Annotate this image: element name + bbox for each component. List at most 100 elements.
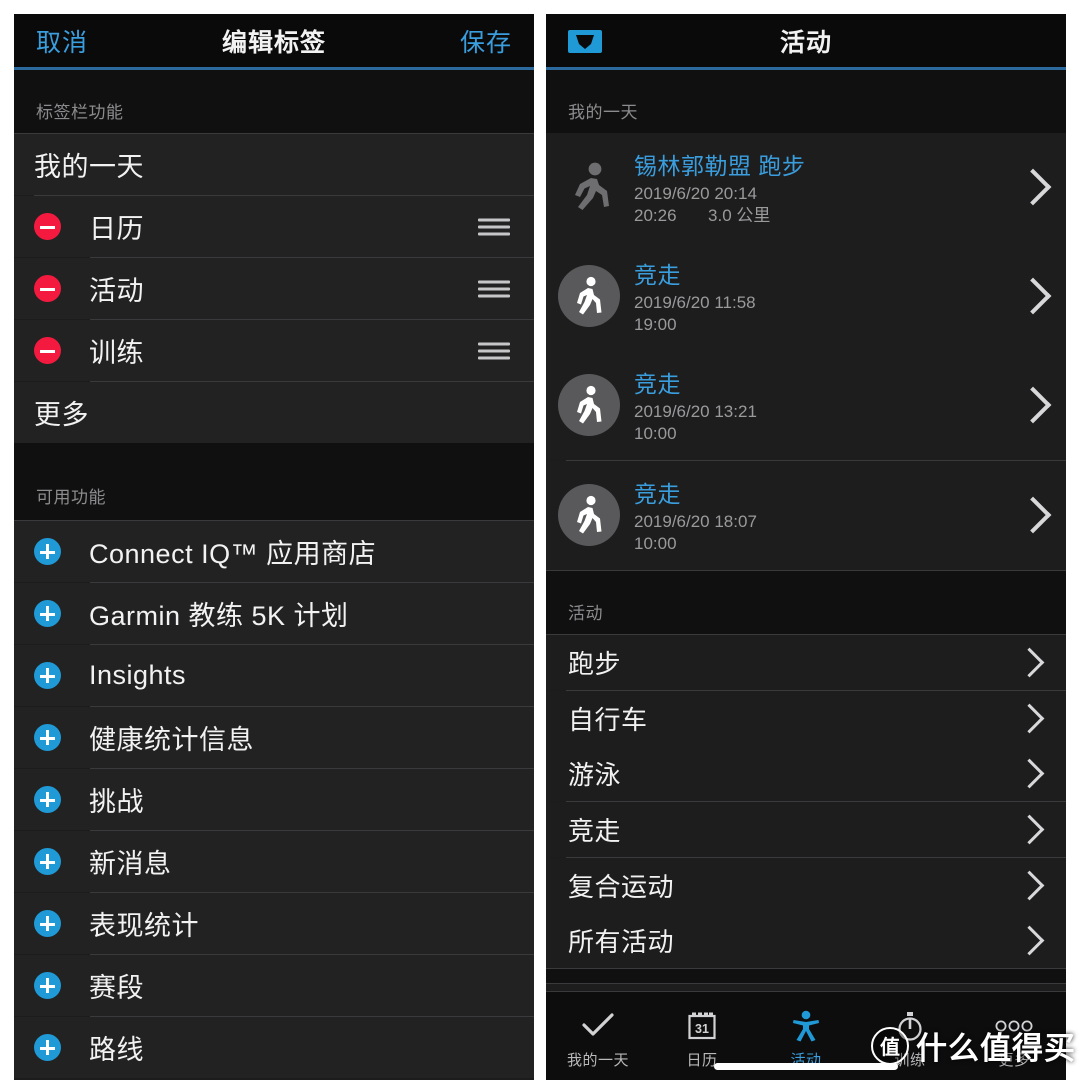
check-icon — [581, 1009, 615, 1043]
add-icon[interactable] — [34, 786, 61, 813]
available-item-label: Connect IQ™ 应用商店 — [89, 539, 377, 569]
activity-text: 竞走 2019/6/20 11:58 19:00 — [634, 256, 1010, 337]
chevron-right-icon — [1014, 277, 1052, 315]
ellipsis-icon — [994, 1009, 1034, 1043]
activity-title: 竞走 — [634, 370, 681, 397]
tab-item-training[interactable]: 训练 — [14, 320, 534, 381]
remove-icon[interactable] — [34, 213, 61, 240]
activity-duration-distance: 20:26 3.0 公里 — [634, 205, 1010, 227]
activity-entry[interactable]: 竞走 2019/6/20 13:21 10:00 — [546, 350, 1066, 460]
tab-label: 训练 — [894, 1051, 926, 1069]
available-item-label: 健康统计信息 — [89, 725, 254, 755]
activity-category-walking[interactable]: 竞走 — [546, 801, 1066, 857]
available-item-news-feed[interactable]: 新消息 — [14, 831, 534, 892]
save-button[interactable]: 保存 — [460, 23, 512, 59]
available-item-connect-iq[interactable]: Connect IQ™ 应用商店 — [14, 521, 534, 582]
activity-category-running[interactable]: 跑步 — [546, 634, 1066, 690]
available-item-garmin-coach[interactable]: Garmin 教练 5K 计划 — [14, 583, 534, 644]
activities-screen: 活动 我的一天 锡林郭勒盟 跑步 2019/6/20 20:14 20:26 3… — [546, 14, 1066, 1080]
chevron-right-icon — [1014, 758, 1045, 788]
remove-icon[interactable] — [34, 275, 61, 302]
activity-distance: 3.0 公里 — [708, 206, 771, 226]
activity-duration: 20:26 — [634, 206, 677, 226]
walking-icon — [558, 484, 620, 547]
activity-title: 竞走 — [634, 480, 681, 507]
available-item-label: 表现统计 — [89, 911, 199, 941]
available-item-courses[interactable]: 路线 — [14, 1017, 534, 1078]
add-icon[interactable] — [34, 662, 61, 689]
add-icon[interactable] — [34, 724, 61, 751]
tab-my-day[interactable]: 我的一天 — [546, 992, 650, 1080]
available-item-insights[interactable]: Insights — [14, 645, 534, 706]
available-item-label: 赛段 — [89, 973, 144, 1003]
add-icon[interactable] — [34, 910, 61, 937]
page-title: 编辑标签 — [221, 28, 326, 57]
cancel-button[interactable]: 取消 — [36, 23, 88, 59]
add-icon[interactable] — [34, 600, 61, 627]
stopwatch-icon — [896, 1009, 924, 1043]
activity-entry[interactable]: 竞走 2019/6/20 11:58 19:00 — [546, 241, 1066, 351]
activity-duration: 10:00 — [634, 424, 677, 444]
bottom-tab-bar: 我的一天 31 日历 活动 训练 更多 — [546, 991, 1066, 1080]
available-item-segments[interactable]: 赛段 — [14, 955, 534, 1016]
tab-item-calendar[interactable]: 日历 — [14, 196, 534, 257]
walking-icon — [558, 374, 620, 437]
tab-item-label: 活动 — [89, 276, 144, 306]
chevron-right-icon — [1014, 703, 1045, 733]
calendar-icon: 31 — [687, 1009, 717, 1043]
tab-label: 更多 — [998, 1051, 1030, 1069]
activity-category-multisport[interactable]: 复合运动 — [546, 857, 1066, 913]
tab-item-label: 更多 — [34, 400, 89, 430]
available-item-challenges[interactable]: 挑战 — [14, 769, 534, 830]
section-header-activities: 活动 — [546, 570, 1066, 634]
chevron-right-icon — [1014, 647, 1045, 677]
section-header-tabbar-features: 标签栏功能 — [14, 70, 534, 133]
activity-text: 竞走 2019/6/20 13:21 10:00 — [634, 365, 1010, 446]
activity-entry[interactable]: 竞走 2019/6/20 18:07 10:00 — [546, 460, 1066, 570]
drag-handle-icon[interactable] — [478, 218, 510, 235]
activity-datetime: 2019/6/20 18:07 — [634, 511, 757, 531]
category-label: 复合运动 — [568, 871, 675, 902]
activity-category-swimming[interactable]: 游泳 — [546, 745, 1066, 801]
inbox-icon[interactable] — [568, 27, 602, 55]
tab-more[interactable]: 更多 — [962, 992, 1066, 1080]
activity-duration: 19:00 — [634, 315, 677, 335]
tab-item-more[interactable]: 更多 — [14, 382, 534, 443]
available-item-label: 新消息 — [89, 849, 172, 879]
activity-text: 锡林郭勒盟 跑步 2019/6/20 20:14 20:26 3.0 公里 — [634, 147, 1010, 228]
activity-datetime: 2019/6/20 20:14 — [634, 184, 757, 203]
drag-handle-icon[interactable] — [478, 342, 510, 359]
category-label: 游泳 — [568, 759, 622, 790]
available-item-label: Garmin 教练 5K 计划 — [89, 601, 349, 631]
activity-entry[interactable]: 锡林郭勒盟 跑步 2019/6/20 20:14 20:26 3.0 公里 — [546, 133, 1066, 242]
add-icon[interactable] — [34, 848, 61, 875]
section-gap — [546, 968, 1066, 983]
activity-category-all[interactable]: 所有活动 — [546, 912, 1066, 968]
tab-item-label: 日历 — [89, 214, 144, 244]
drag-handle-icon[interactable] — [478, 280, 510, 297]
chevron-right-icon — [1014, 386, 1052, 424]
available-item-health-stats[interactable]: 健康统计信息 — [14, 707, 534, 768]
chevron-right-icon — [1014, 496, 1052, 534]
tab-item-activities[interactable]: 活动 — [14, 258, 534, 319]
activity-title: 锡林郭勒盟 跑步 — [634, 153, 806, 179]
page-title: 活动 — [779, 28, 832, 57]
category-label: 自行车 — [568, 704, 648, 735]
activity-duration: 10:00 — [634, 534, 677, 554]
chevron-right-icon — [1014, 870, 1045, 900]
add-icon[interactable] — [34, 538, 61, 565]
activity-icon — [791, 1009, 821, 1043]
chevron-right-icon — [1014, 169, 1052, 206]
category-label: 跑步 — [568, 648, 622, 679]
add-icon[interactable] — [34, 972, 61, 999]
edit-tabs-screen: 取消 编辑标签 保存 标签栏功能 我的一天 日历 活动 训练 更多 可用功能 C… — [14, 14, 534, 1080]
available-item-label: Insights — [89, 660, 187, 690]
add-icon[interactable] — [34, 1034, 61, 1061]
screenshot-stage: 取消 编辑标签 保存 标签栏功能 我的一天 日历 活动 训练 更多 可用功能 C… — [0, 0, 1080, 1080]
remove-icon[interactable] — [34, 337, 61, 364]
tab-label: 我的一天 — [566, 1051, 629, 1069]
activity-category-cycling[interactable]: 自行车 — [546, 690, 1066, 746]
tab-item-my-day[interactable]: 我的一天 — [14, 134, 534, 195]
running-icon — [558, 156, 620, 218]
available-item-performance-stats[interactable]: 表现统计 — [14, 893, 534, 954]
